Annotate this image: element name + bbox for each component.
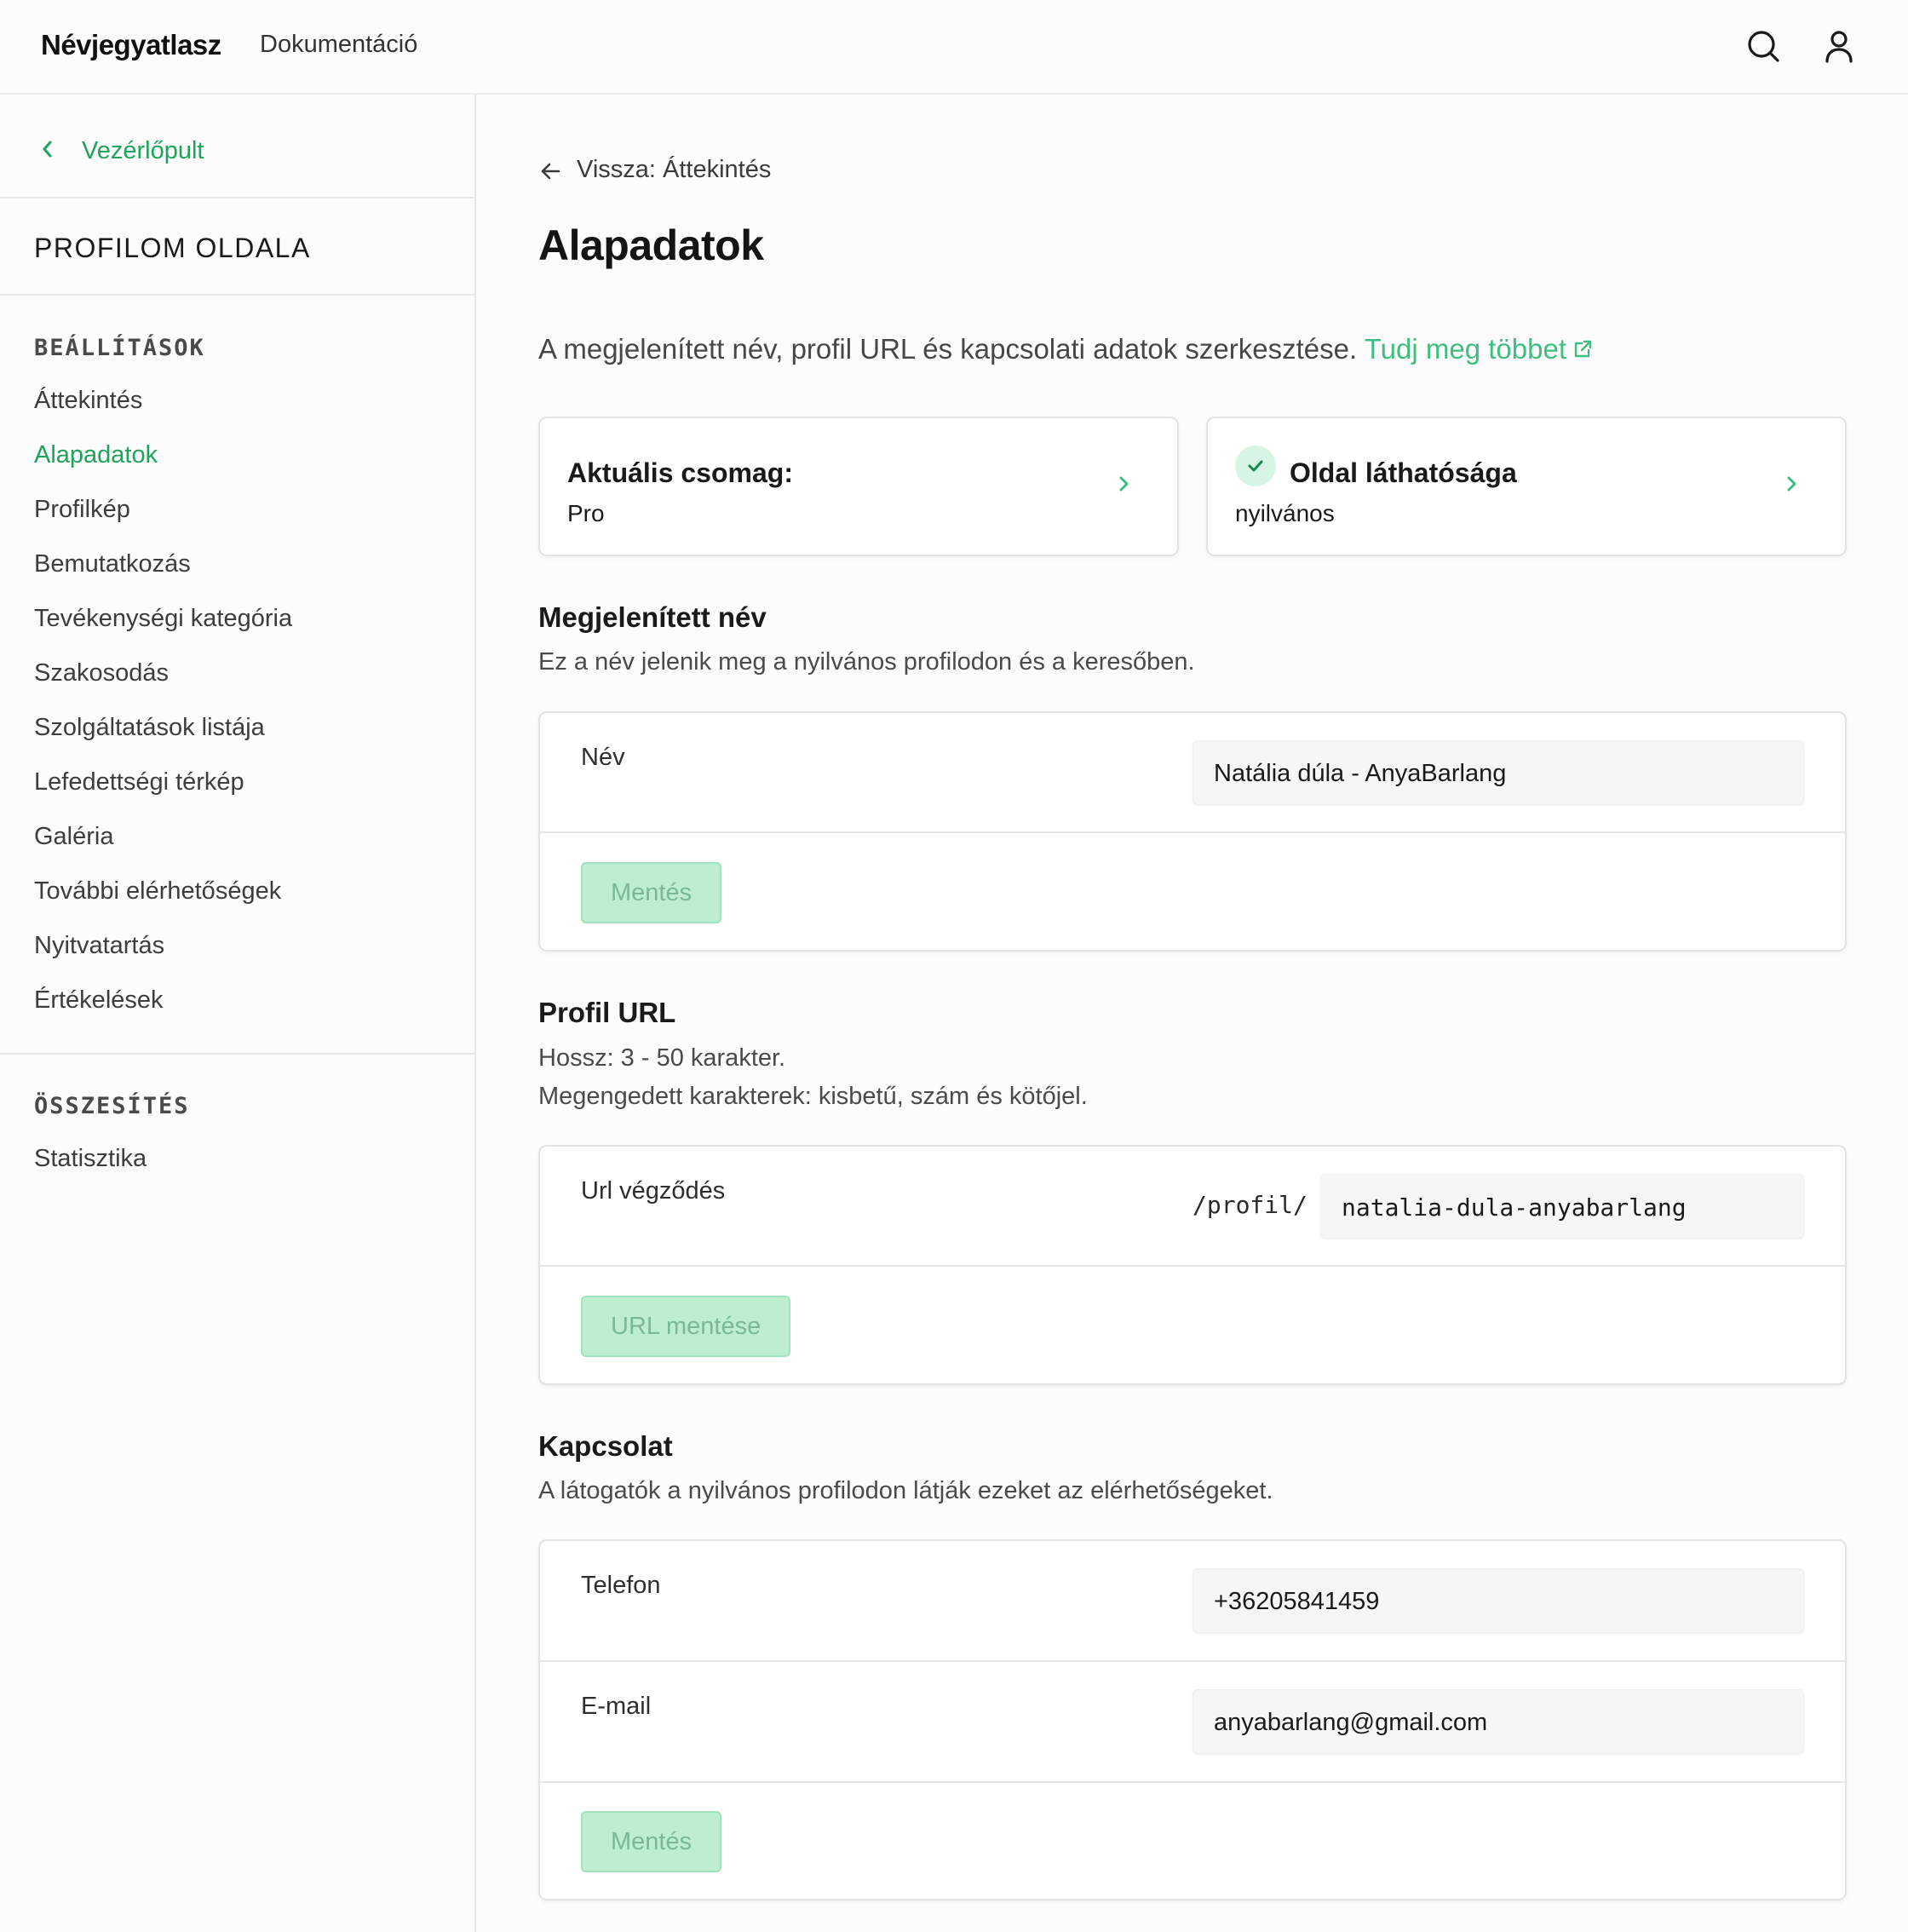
sidebar-divider [0, 1053, 474, 1055]
phone-row: Telefon +36205841459 [540, 1541, 1845, 1662]
email-row: E-mail anyabarlang@gmail.com [540, 1662, 1845, 1783]
sidebar-back-link[interactable]: Vezérlőpult [0, 95, 474, 198]
sidebar-item-galeria[interactable]: Galéria [34, 823, 114, 851]
plan-card[interactable]: Aktuális csomag: Pro [538, 417, 1179, 556]
save-name-button[interactable]: Mentés [581, 862, 722, 923]
sidebar-item-statisztika[interactable]: Statisztika [34, 1145, 147, 1173]
email-label: E-mail [581, 1693, 652, 1720]
display-name-description: Ez a név jelenik meg a nyilvános profilo… [538, 648, 1195, 676]
save-url-button[interactable]: URL mentése [581, 1296, 791, 1357]
name-input[interactable]: Natália dúla - AnyaBarlang [1192, 740, 1804, 805]
learn-more-label: Tudj meg többet [1364, 333, 1566, 365]
sidebar-item-alapadatok[interactable]: Alapadatok [34, 441, 158, 469]
visibility-card-title: Oldal láthatósága [1290, 457, 1517, 488]
sidebar-item-attekintes[interactable]: Áttekintés [34, 387, 142, 415]
arrow-left-icon [541, 163, 560, 180]
email-input[interactable]: anyabarlang@gmail.com [1192, 1689, 1804, 1754]
chevron-right-icon [1787, 476, 1796, 492]
profile-url-heading: Profil URL [538, 997, 676, 1028]
sidebar-item-tevekenysegi-kategoria[interactable]: Tevékenységi kategória [34, 605, 292, 633]
contact-heading: Kapcsolat [538, 1430, 673, 1462]
visibility-card-value: nyilvános [1235, 500, 1335, 526]
page-title: Alapadatok [538, 221, 764, 269]
phone-label: Telefon [581, 1572, 661, 1599]
check-icon [1235, 446, 1276, 486]
page-description: A megjelenített név, profil URL és kapcs… [538, 333, 1594, 365]
docs-link[interactable]: Dokumentáció [260, 31, 417, 59]
name-label: Név [581, 744, 625, 771]
sidebar-item-ertekelesek[interactable]: Értékelések [34, 986, 164, 1015]
brand-logo[interactable]: Névjegyatlasz [41, 29, 221, 61]
plan-card-value: Pro [567, 500, 605, 526]
sidebar-item-tovabbi-elerhetosegek[interactable]: További elérhetőségek [34, 877, 281, 906]
sidebar-back-label: Vezérlőpult [82, 137, 204, 164]
profile-url-panel: Url végződés /profil/ natalia-dula-anyab… [538, 1145, 1847, 1385]
sidebar-section-heading-settings: BEÁLLÍTÁSOK [34, 335, 205, 361]
display-name-heading: Megjelenített név [538, 601, 767, 633]
name-row: Név Natália dúla - AnyaBarlang [540, 713, 1845, 833]
external-link-icon [1574, 340, 1592, 358]
url-input[interactable]: natalia-dula-anyabarlang [1320, 1174, 1804, 1239]
sidebar-item-profilkep[interactable]: Profilkép [34, 496, 130, 524]
back-link-label: Vissza: Áttekintés [577, 156, 772, 183]
sidebar-item-nyitvatartas[interactable]: Nyitvatartás [34, 932, 164, 960]
plan-card-title: Aktuális csomag: [567, 457, 793, 488]
chevron-right-icon [1119, 476, 1129, 492]
search-icon[interactable] [1743, 26, 1785, 68]
sidebar-title: PROFILOM OLDALA [0, 198, 474, 296]
profile-url-length-hint: Hossz: 3 - 50 karakter. [538, 1044, 786, 1072]
sidebar-item-lefedettsegi-terkep[interactable]: Lefedettségi térkép [34, 768, 244, 796]
sidebar-item-szakosodas[interactable]: Szakosodás [34, 659, 169, 687]
sidebar-item-bemutatkozas[interactable]: Bemutatkozás [34, 550, 191, 578]
visibility-card[interactable]: Oldal láthatósága nyilvános [1206, 417, 1847, 556]
contact-description: A látogatók a nyilvános profilodon látjá… [538, 1477, 1273, 1504]
page-description-text: A megjelenített név, profil URL és kapcs… [538, 333, 1358, 365]
profile-url-chars-hint: Megengedett karakterek: kisbetű, szám és… [538, 1083, 1088, 1110]
sidebar-title-text: PROFILOM OLDALA [34, 233, 311, 263]
learn-more-link[interactable]: Tudj meg többet [1365, 333, 1594, 365]
url-row: Url végződés /profil/ natalia-dula-anyab… [540, 1147, 1845, 1267]
contact-panel: Telefon +36205841459 E-mail anyabarlang@… [538, 1539, 1847, 1900]
display-name-panel: Név Natália dúla - AnyaBarlang Mentés [538, 711, 1847, 952]
user-icon[interactable] [1818, 26, 1860, 68]
sidebar: Vezérlőpult PROFILOM OLDALA BEÁLLÍTÁSOK … [0, 95, 476, 1932]
phone-input[interactable]: +36205841459 [1192, 1568, 1804, 1633]
chevron-left-icon [43, 141, 52, 158]
sidebar-section-heading-summary: ÖSSZESÍTÉS [34, 1093, 190, 1119]
save-contact-button[interactable]: Mentés [581, 1811, 722, 1872]
sidebar-item-szolgaltatasok[interactable]: Szolgáltatások listája [34, 714, 265, 742]
url-label: Url végződés [581, 1177, 726, 1205]
url-prefix: /profil/ [1192, 1191, 1307, 1219]
top-navbar: Névjegyatlasz Dokumentáció [0, 0, 1908, 95]
